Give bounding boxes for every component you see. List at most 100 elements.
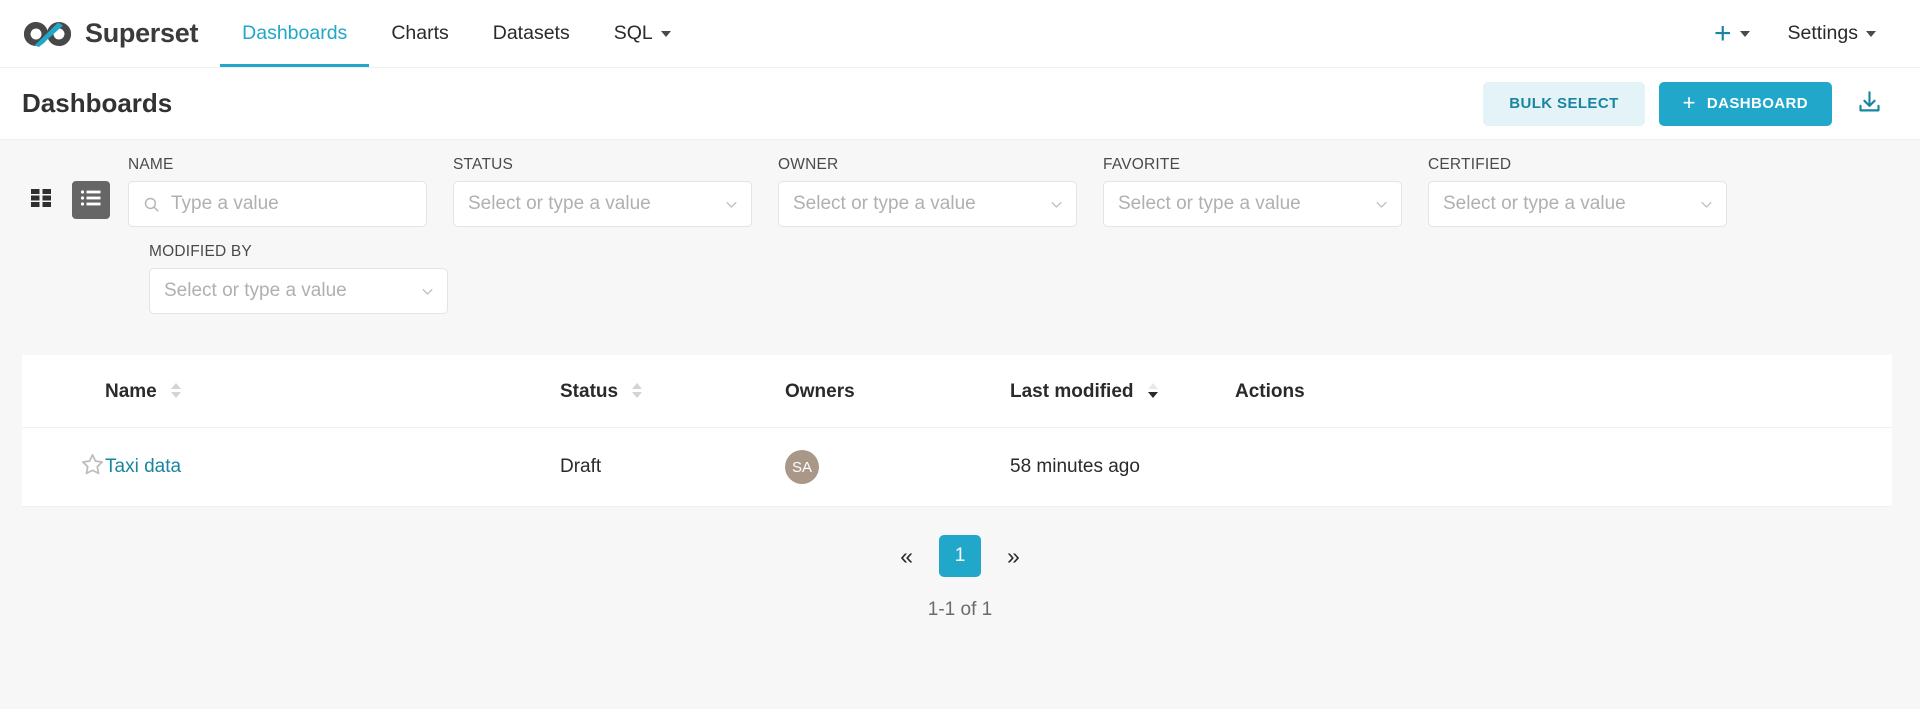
plus-icon: + <box>1714 19 1732 49</box>
pagination-prev-button[interactable]: « <box>894 541 919 572</box>
favorite-filter-select[interactable]: Select or type a value <box>1103 181 1402 227</box>
sort-caret-icon-active[interactable] <box>1148 383 1158 398</box>
cell-last-modified: 58 minutes ago <box>1010 428 1235 507</box>
list-view-toggle[interactable] <box>72 181 110 219</box>
filter-label: FAVORITE <box>1103 156 1402 174</box>
column-label: Name <box>105 381 157 402</box>
header-actions: BULK SELECT + DASHBOARD <box>1483 82 1892 126</box>
settings-menu-button[interactable]: Settings <box>1772 22 1892 45</box>
column-label: Status <box>560 381 618 402</box>
plus-icon: + <box>1683 92 1696 114</box>
column-header-actions: Actions <box>1235 355 1892 428</box>
owner-filter-placeholder: Select or type a value <box>793 193 1039 215</box>
pagination-next-button[interactable]: » <box>1001 541 1026 572</box>
new-dashboard-button[interactable]: + DASHBOARD <box>1659 82 1832 126</box>
filter-label: CERTIFIED <box>1428 156 1727 174</box>
filter-row-secondary: MODIFIED BY Select or type a value <box>22 243 1892 314</box>
row-count-label: 1-1 of 1 <box>0 599 1920 621</box>
list-view-icon <box>79 186 103 215</box>
sort-caret-icon[interactable] <box>632 383 642 398</box>
cell-favorite <box>22 428 105 507</box>
nav-item-dashboards[interactable]: Dashboards <box>220 0 369 67</box>
avatar[interactable]: SA <box>785 450 819 484</box>
filter-row-primary: NAME Type a value STATUS Select or type … <box>22 156 1892 227</box>
table-header: Name Status Owners <box>22 355 1892 428</box>
nav-item-charts[interactable]: Charts <box>369 0 470 67</box>
chevron-down-icon <box>1374 197 1389 212</box>
column-header-favorite <box>22 355 105 428</box>
view-mode-toggles <box>22 181 110 227</box>
chevron-down-icon <box>420 284 435 299</box>
status-filter-select[interactable]: Select or type a value <box>453 181 752 227</box>
dashboard-link[interactable]: Taxi data <box>105 456 181 477</box>
chevron-down-icon <box>1699 197 1714 212</box>
filter-label: OWNER <box>778 156 1077 174</box>
nav-item-sql[interactable]: SQL <box>592 0 693 67</box>
top-navbar: Superset Dashboards Charts Datasets SQL … <box>0 0 1920 68</box>
chevron-down-icon <box>1740 31 1750 37</box>
filter-group-status: STATUS Select or type a value <box>453 156 752 227</box>
filter-group-favorite: FAVORITE Select or type a value <box>1103 156 1402 227</box>
filter-group-name: NAME Type a value <box>128 156 427 227</box>
chevron-down-icon <box>724 197 739 212</box>
new-dashboard-label: DASHBOARD <box>1707 95 1808 112</box>
pagination: « 1 » <box>0 535 1920 577</box>
card-view-toggle[interactable] <box>22 181 60 219</box>
filter-group-owner: OWNER Select or type a value <box>778 156 1077 227</box>
search-icon <box>143 196 160 213</box>
table-row: Taxi data Draft SA 58 minutes ago <box>22 428 1892 507</box>
new-item-menu-button[interactable]: + <box>1700 19 1764 49</box>
filter-label: MODIFIED BY <box>149 243 448 261</box>
cell-status: Draft <box>560 428 785 507</box>
modified-by-filter-select[interactable]: Select or type a value <box>149 268 448 314</box>
column-header-last-modified[interactable]: Last modified <box>1010 355 1235 428</box>
page-title: Dashboards <box>22 88 172 119</box>
nav-item-label: SQL <box>614 22 653 45</box>
name-search-placeholder: Type a value <box>171 193 412 215</box>
nav-item-label: Charts <box>391 22 448 45</box>
filter-label: NAME <box>128 156 427 174</box>
infinity-logo-icon <box>22 19 74 49</box>
column-label: Last modified <box>1010 381 1134 402</box>
nav-item-label: Dashboards <box>242 22 347 45</box>
chevron-down-icon <box>1866 31 1876 37</box>
sort-caret-icon[interactable] <box>171 383 181 398</box>
settings-label: Settings <box>1788 22 1858 45</box>
column-header-owners: Owners <box>785 355 1010 428</box>
pagination-page-1[interactable]: 1 <box>939 535 981 577</box>
dashboards-table: Name Status Owners <box>22 355 1892 507</box>
import-download-icon <box>1856 89 1883 119</box>
table-body: Taxi data Draft SA 58 minutes ago <box>22 428 1892 507</box>
card-view-icon <box>29 186 53 215</box>
nav-item-datasets[interactable]: Datasets <box>471 0 592 67</box>
list-area: Name Status Owners <box>0 355 1920 709</box>
brand-home-link[interactable]: Superset <box>0 0 198 67</box>
certified-filter-select[interactable]: Select or type a value <box>1428 181 1727 227</box>
certified-filter-placeholder: Select or type a value <box>1443 193 1689 215</box>
filter-group-modified-by: MODIFIED BY Select or type a value <box>149 243 448 314</box>
name-search-input[interactable]: Type a value <box>128 181 427 227</box>
page-header: Dashboards BULK SELECT + DASHBOARD <box>0 68 1920 140</box>
navbar-right-actions: + Settings <box>1700 0 1920 67</box>
chevron-down-icon <box>1049 197 1064 212</box>
page-body: NAME Type a value STATUS Select or type … <box>0 140 1920 709</box>
pagination-area: « 1 » 1-1 of 1 <box>0 507 1920 709</box>
column-header-name[interactable]: Name <box>105 355 560 428</box>
owner-filter-select[interactable]: Select or type a value <box>778 181 1077 227</box>
filter-bar: NAME Type a value STATUS Select or type … <box>0 140 1920 355</box>
star-outline-icon[interactable] <box>80 452 105 477</box>
cell-owners: SA <box>785 428 1010 507</box>
column-label: Owners <box>785 381 855 402</box>
table-header-row: Name Status Owners <box>22 355 1892 428</box>
bulk-select-button[interactable]: BULK SELECT <box>1483 82 1644 126</box>
import-dashboard-button[interactable] <box>1846 82 1892 126</box>
dashboards-table-card: Name Status Owners <box>22 355 1892 507</box>
cell-actions <box>1235 428 1892 507</box>
main-nav: Dashboards Charts Datasets SQL <box>220 0 693 67</box>
filter-group-certified: CERTIFIED Select or type a value <box>1428 156 1727 227</box>
filter-label: STATUS <box>453 156 752 174</box>
column-header-status[interactable]: Status <box>560 355 785 428</box>
modified-by-filter-placeholder: Select or type a value <box>164 280 410 302</box>
column-label: Actions <box>1235 381 1305 402</box>
favorite-filter-placeholder: Select or type a value <box>1118 193 1364 215</box>
